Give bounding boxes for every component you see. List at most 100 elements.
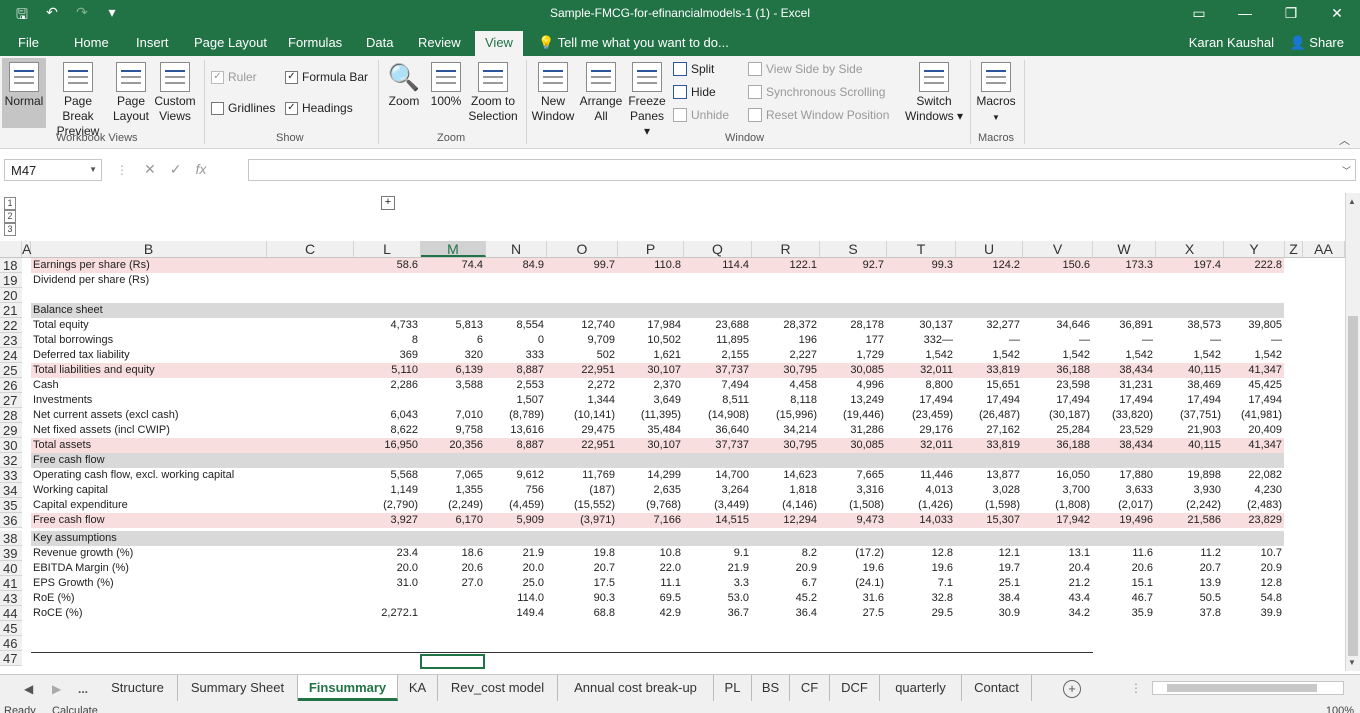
cell-value[interactable]: 150.6 xyxy=(1023,258,1093,273)
cell-value[interactable]: 20.9 xyxy=(1224,561,1285,576)
cell-value[interactable]: 21.9 xyxy=(486,546,547,561)
cell-value[interactable]: 21,586 xyxy=(1156,513,1224,528)
cell-value[interactable] xyxy=(684,636,752,651)
cell-value[interactable]: 197.4 xyxy=(1156,258,1224,273)
cell-value[interactable] xyxy=(486,303,547,318)
cell-value[interactable] xyxy=(1224,273,1285,288)
cell-value[interactable]: 13,877 xyxy=(956,468,1023,483)
row-label[interactable]: Free cash flow xyxy=(31,513,267,528)
new-window-button[interactable]: New Window xyxy=(530,58,576,128)
cell-value[interactable]: 25.0 xyxy=(486,576,547,591)
cell-value[interactable] xyxy=(1023,273,1093,288)
cell-value[interactable] xyxy=(618,651,684,666)
cell-value[interactable] xyxy=(820,651,887,666)
minimize-icon[interactable]: — xyxy=(1222,0,1268,28)
page-layout-button[interactable]: Page Layout xyxy=(110,58,152,128)
cell-value[interactable] xyxy=(354,621,421,636)
cell-value[interactable]: 40,115 xyxy=(1156,363,1224,378)
cell-value[interactable] xyxy=(820,273,887,288)
row-label[interactable]: Working capital xyxy=(31,483,267,498)
sheet-tab[interactable]: Finsummary xyxy=(298,675,398,701)
cell-value[interactable]: 1,542 xyxy=(956,348,1023,363)
cell-value[interactable]: (23,459) xyxy=(887,408,956,423)
cell-value[interactable]: 8,511 xyxy=(684,393,752,408)
cell-value[interactable] xyxy=(1156,531,1224,546)
cell-value[interactable] xyxy=(618,621,684,636)
cell-value[interactable]: 20,409 xyxy=(1224,423,1285,438)
cell-value[interactable]: 20.0 xyxy=(354,561,421,576)
cell-value[interactable]: 20.4 xyxy=(1023,561,1093,576)
cell-value[interactable] xyxy=(1093,651,1156,666)
column-header[interactable]: L xyxy=(354,241,421,257)
cell-value[interactable]: (26,487) xyxy=(956,408,1023,423)
cell-value[interactable]: 1,149 xyxy=(354,483,421,498)
cell-value[interactable]: 9.1 xyxy=(684,546,752,561)
cell-value[interactable] xyxy=(752,273,820,288)
cell-value[interactable]: 756 xyxy=(486,483,547,498)
synchronous-scrolling-button[interactable]: Synchronous Scrolling xyxy=(748,85,885,99)
sheet-tab[interactable]: Rev_cost model xyxy=(438,675,558,701)
cell-value[interactable] xyxy=(820,636,887,651)
cell-value[interactable] xyxy=(421,591,486,606)
cell-value[interactable] xyxy=(421,288,486,303)
name-box-dropdown-icon[interactable]: ▼ xyxy=(89,165,97,174)
cell-value[interactable]: 2,272 xyxy=(547,378,618,393)
cell-value[interactable]: 45,425 xyxy=(1224,378,1285,393)
cell-value[interactable]: 13.1 xyxy=(1023,546,1093,561)
cell-value[interactable] xyxy=(752,636,820,651)
freeze-panes-button[interactable]: Freeze Panes ▾ xyxy=(626,58,668,138)
worksheet-grid[interactable]: A B C L M N O P Q R S T U V W X Y Z AA 18 Earnings per shar… xyxy=(0,241,1345,671)
cell-value[interactable]: 33,819 xyxy=(956,438,1023,453)
cell-value[interactable]: 114.4 xyxy=(684,258,752,273)
cell-value[interactable]: 177 xyxy=(820,333,887,348)
cell-value[interactable]: 11,446 xyxy=(887,468,956,483)
cell-value[interactable]: 8,887 xyxy=(486,363,547,378)
cell-value[interactable]: 14,623 xyxy=(752,468,820,483)
cell-value[interactable]: 69.5 xyxy=(618,591,684,606)
cell-value[interactable] xyxy=(956,531,1023,546)
cell-value[interactable]: (1,598) xyxy=(956,498,1023,513)
cell-value[interactable] xyxy=(820,531,887,546)
cell-value[interactable] xyxy=(421,303,486,318)
row-number[interactable]: 35 xyxy=(0,498,22,513)
cell-value[interactable] xyxy=(820,453,887,468)
cell-value[interactable] xyxy=(354,531,421,546)
cell-value[interactable]: 28,372 xyxy=(752,318,820,333)
cell-value[interactable] xyxy=(684,303,752,318)
cell-value[interactable]: 7,065 xyxy=(421,468,486,483)
cell-value[interactable]: 32,011 xyxy=(887,363,956,378)
cell-value[interactable]: 19,496 xyxy=(1093,513,1156,528)
cell-value[interactable] xyxy=(1156,651,1224,666)
cell-value[interactable]: 27,162 xyxy=(956,423,1023,438)
switch-windows-button[interactable]: Switch Windows ▾ xyxy=(902,58,966,128)
sheet-tab[interactable]: PL xyxy=(714,675,752,701)
row-label[interactable]: EBITDA Margin (%) xyxy=(31,561,267,576)
cell-value[interactable]: 30,107 xyxy=(618,363,684,378)
cell-value[interactable]: 30.9 xyxy=(956,606,1023,621)
cell-value[interactable] xyxy=(421,531,486,546)
cell-value[interactable]: 11.2 xyxy=(1156,546,1224,561)
more-sheets-button[interactable]: ... xyxy=(78,682,88,696)
cell-value[interactable]: 21.9 xyxy=(684,561,752,576)
cell-value[interactable] xyxy=(684,273,752,288)
row-number[interactable]: 22 xyxy=(0,318,22,333)
cell-value[interactable]: (4,459) xyxy=(486,498,547,513)
tell-me-search[interactable]: 💡 Tell me what you want to do... xyxy=(538,35,729,51)
cell-value[interactable]: — xyxy=(1156,333,1224,348)
cell-value[interactable]: 1,729 xyxy=(820,348,887,363)
cell-value[interactable]: 4,996 xyxy=(820,378,887,393)
column-header[interactable]: P xyxy=(618,241,684,257)
cell-value[interactable] xyxy=(887,621,956,636)
row-label[interactable]: Cash xyxy=(31,378,267,393)
tab-page-layout[interactable]: Page Layout xyxy=(194,35,267,50)
cell-value[interactable]: (14,908) xyxy=(684,408,752,423)
cell-value[interactable]: 16,050 xyxy=(1023,468,1093,483)
row-label[interactable]: RoCE (%) xyxy=(31,606,267,621)
cell-value[interactable]: 332— xyxy=(887,333,956,348)
cell-value[interactable]: — xyxy=(1224,333,1285,348)
restore-icon[interactable]: ❐ xyxy=(1268,0,1314,28)
column-header[interactable]: Z xyxy=(1285,241,1303,257)
cell-value[interactable]: 12.8 xyxy=(1224,576,1285,591)
cell-value[interactable]: 17,494 xyxy=(887,393,956,408)
row-number[interactable]: 18 xyxy=(0,258,22,273)
